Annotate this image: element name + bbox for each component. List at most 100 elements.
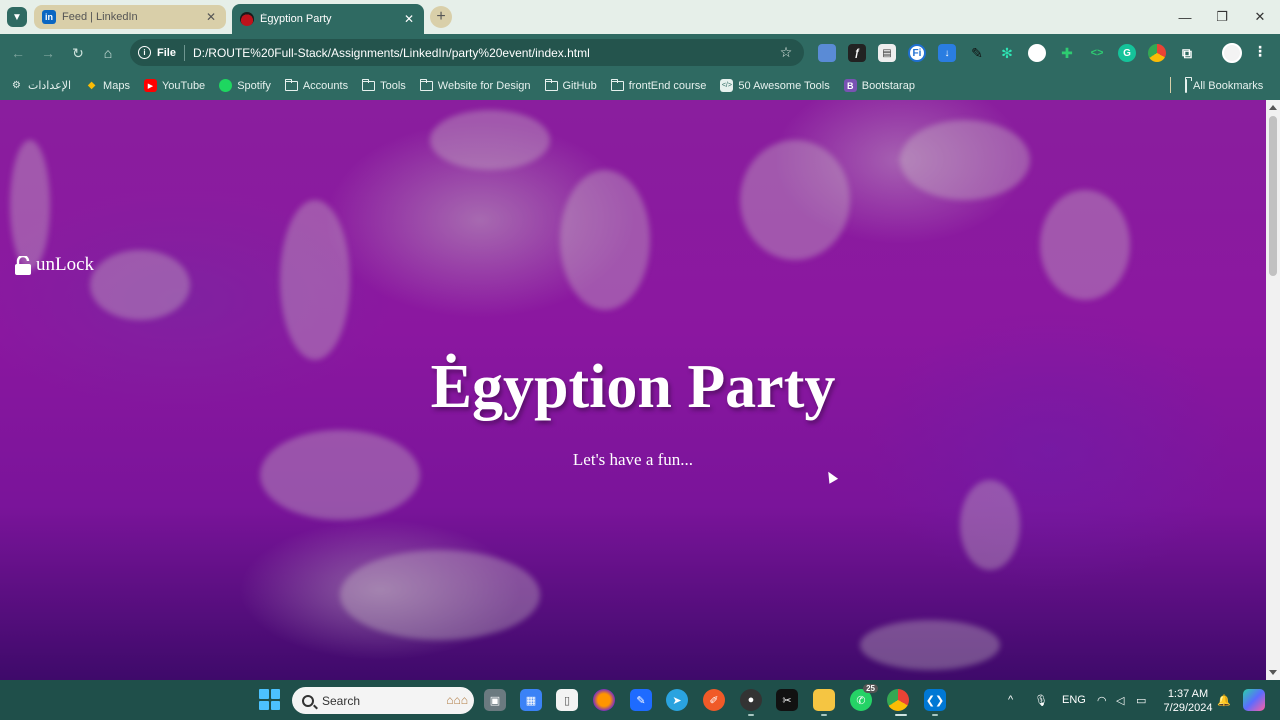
new-tab-button[interactable]: + xyxy=(430,6,452,28)
bookmark-folder-tools[interactable]: Tools xyxy=(362,78,406,92)
tab-title: Feed | LinkedIn xyxy=(62,11,138,23)
vertical-scrollbar[interactable] xyxy=(1266,100,1280,680)
telegram-icon[interactable]: ➤ xyxy=(666,689,688,711)
running-indicator-active xyxy=(895,714,907,716)
reload-button[interactable]: ↻ xyxy=(67,42,89,64)
bookmark-50-awesome-tools[interactable]: </> 50 Awesome Tools xyxy=(720,79,830,92)
file-explorer-icon[interactable] xyxy=(813,689,835,711)
bookmark-label: 50 Awesome Tools xyxy=(738,79,830,92)
docs-extension-icon[interactable] xyxy=(818,44,836,62)
chatgpt-extension-icon[interactable]: ✻ xyxy=(998,44,1016,62)
whatsapp-badge: 25 xyxy=(863,684,878,693)
all-bookmarks-label: All Bookmarks xyxy=(1193,79,1264,92)
scroll-down-icon[interactable] xyxy=(1269,670,1277,675)
tab-egyption-party[interactable]: Ėgyption Party ✕ xyxy=(232,4,424,34)
battery-icon[interactable]: ▭ xyxy=(1136,680,1146,720)
tray-overflow-button[interactable]: ^ xyxy=(1008,680,1013,720)
bookmark-folder-website-for-design[interactable]: Website for Design xyxy=(419,78,531,92)
download-extension-icon[interactable]: ↓ xyxy=(938,44,956,62)
bookmark-label: frontEnd course xyxy=(628,79,707,92)
bookmark-folder-github[interactable]: GitHub xyxy=(544,78,597,92)
bookmark-folder-accounts[interactable]: Accounts xyxy=(284,78,348,92)
mouse-cursor xyxy=(823,469,839,484)
search-placeholder: Search xyxy=(322,693,361,708)
bookmark-label: Maps xyxy=(103,79,130,92)
chevron-down-icon: ▼ xyxy=(12,11,22,23)
bookmark-folder-frontend-course[interactable]: frontEnd course xyxy=(610,78,707,92)
bookmark-label: Website for Design xyxy=(437,79,531,92)
bookmark-star-icon[interactable]: ☆ xyxy=(776,44,796,61)
pen-app-icon[interactable]: ✎ xyxy=(630,689,652,711)
bookmark-maps[interactable]: ◆ Maps xyxy=(85,79,130,92)
obs-icon[interactable]: ● xyxy=(740,689,762,711)
bookmark-settings[interactable]: ⚙ الإعدادات xyxy=(10,79,71,92)
chrome-icon[interactable] xyxy=(887,689,909,711)
file-icon[interactable]: ▯ xyxy=(556,689,578,711)
copilot-icon[interactable] xyxy=(1243,689,1265,711)
microphone-icon[interactable]: 🎙 xyxy=(1034,680,1048,720)
eyedropper-extension-icon[interactable]: ✎ xyxy=(968,44,986,62)
browser-toolbar: ← → ↻ ⌂ i File D:/ROUTE%20Full-Stack/Ass… xyxy=(0,34,1280,71)
page-subtitle: Let's have a fun... xyxy=(572,450,694,469)
taskbar-search[interactable]: Search ⌂⌂⌂ xyxy=(292,687,474,714)
crowd-blob xyxy=(860,620,1000,670)
back-button[interactable]: ← xyxy=(7,42,29,64)
bookmark-label: YouTube xyxy=(161,79,206,92)
task-view-icon[interactable]: ▣ xyxy=(484,689,506,711)
crowd-blob xyxy=(740,140,850,260)
notes-extension-icon[interactable]: ▤ xyxy=(878,44,896,62)
scroll-up-icon[interactable] xyxy=(1269,105,1277,110)
volume-icon[interactable]: ◁ xyxy=(1116,680,1124,720)
close-window-button[interactable]: ✕ xyxy=(1245,6,1275,28)
bookmark-label: Tools xyxy=(380,79,406,92)
tab-search-button[interactable]: ▼ xyxy=(7,7,27,27)
postman-icon[interactable]: ✐ xyxy=(703,689,725,711)
folder-icon xyxy=(419,78,433,92)
notification-bell-icon[interactable]: 🔔 xyxy=(1217,680,1231,720)
bookmark-bootstrap[interactable]: B Bootstarap xyxy=(843,79,915,92)
crowd-blob xyxy=(560,170,650,310)
code-extension-icon[interactable]: <> xyxy=(1088,44,1106,62)
puzzle-extensions-icon[interactable]: ⧉ xyxy=(1178,44,1196,62)
color-picker-extension-icon[interactable] xyxy=(1148,44,1166,62)
bookmark-youtube[interactable]: ▶ YouTube xyxy=(143,79,206,92)
clock[interactable]: 1:37 AM 7/29/2024 xyxy=(1160,687,1216,715)
scroll-thumb[interactable] xyxy=(1269,116,1277,276)
running-indicator xyxy=(821,714,827,716)
close-icon[interactable]: ✕ xyxy=(204,10,218,24)
fonts-extension-icon[interactable]: ƒ xyxy=(848,44,866,62)
crowd-blob xyxy=(900,120,1030,200)
menu-dots-icon[interactable]: ⋮ xyxy=(1253,43,1267,63)
home-button[interactable]: ⌂ xyxy=(97,42,119,64)
circle-extension-icon[interactable] xyxy=(1028,44,1046,62)
unlock-button[interactable]: unLock xyxy=(14,254,94,276)
vscode-icon[interactable]: ❮❯ xyxy=(924,689,946,711)
windows-taskbar: Search ⌂⌂⌂ ▣ ▦ ▯ ✎ ➤ ✐ ● ✂ ✆ 25 ❮❯ ^ 🎙 EN… xyxy=(0,680,1280,720)
whatsapp-icon[interactable]: ✆ 25 xyxy=(850,684,878,711)
all-bookmarks-button[interactable]: All Bookmarks xyxy=(1185,71,1263,100)
tab-linkedin[interactable]: in Feed | LinkedIn ✕ xyxy=(34,5,226,29)
unlock-icon xyxy=(15,255,31,275)
address-bar[interactable]: i File D:/ROUTE%20Full-Stack/Assignments… xyxy=(130,39,804,66)
close-icon[interactable]: ✕ xyxy=(402,12,416,26)
capcut-icon[interactable]: ✂ xyxy=(776,689,798,711)
store-icon[interactable]: ▦ xyxy=(520,689,542,711)
clock-time: 1:37 AM xyxy=(1167,688,1209,700)
fi-extension-icon[interactable]: Fi xyxy=(908,44,926,62)
grammarly-extension-icon[interactable]: G xyxy=(1118,44,1136,62)
plus-extension-icon[interactable]: ✚ xyxy=(1058,44,1076,62)
firefox-icon[interactable] xyxy=(593,689,615,711)
wifi-icon[interactable]: ◠ xyxy=(1097,680,1107,720)
maximize-button[interactable]: ❐ xyxy=(1207,6,1237,28)
minimize-button[interactable]: — xyxy=(1170,6,1200,28)
start-button[interactable] xyxy=(259,689,280,710)
site-chip-label: File xyxy=(157,46,176,59)
profile-avatar[interactable] xyxy=(1222,43,1242,63)
url-text[interactable]: D:/ROUTE%20Full-Stack/Assignments/Linked… xyxy=(193,46,776,60)
folder-icon xyxy=(610,78,624,92)
bookmark-spotify[interactable]: Spotify xyxy=(219,79,271,92)
site-info-chip[interactable]: i File xyxy=(138,46,176,59)
forward-button[interactable]: → xyxy=(37,42,59,64)
language-indicator[interactable]: ENG xyxy=(1062,680,1086,720)
crowd-blob xyxy=(90,250,190,320)
